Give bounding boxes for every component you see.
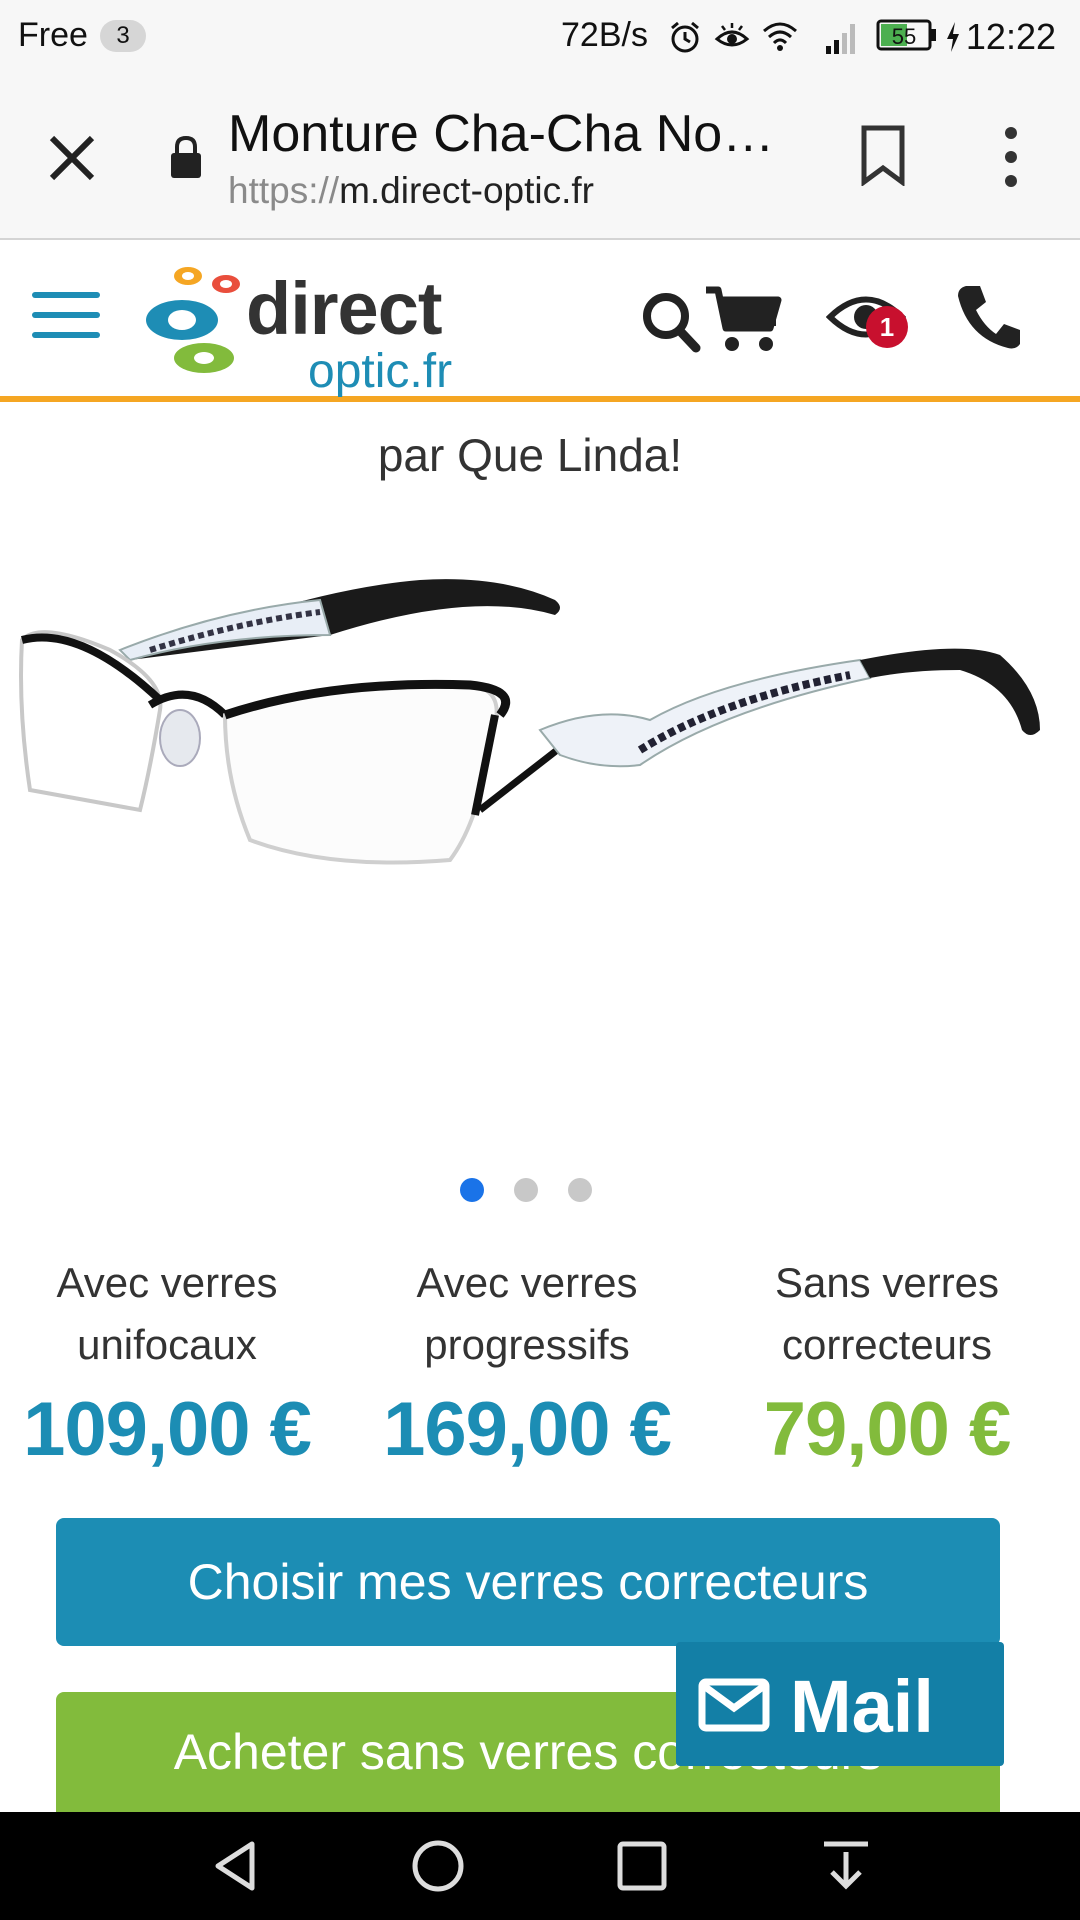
close-icon[interactable] <box>44 130 100 186</box>
price-value: 109,00 € <box>23 1387 312 1472</box>
site-logo[interactable]: direct optic.fr <box>142 252 492 398</box>
search-icon[interactable] <box>640 288 702 356</box>
carousel-dot-2[interactable] <box>514 1178 538 1202</box>
carousel-dot-3[interactable] <box>568 1178 592 1202</box>
browser-toolbar: Monture Cha-Cha No… https://m.direct-opt… <box>0 74 1080 240</box>
site-header: direct optic.fr 1 <box>0 242 1080 402</box>
wifi-icon <box>763 22 797 51</box>
phone-icon[interactable] <box>956 282 1022 352</box>
logo-text-optic: optic.fr <box>308 345 453 398</box>
battery-icon: 55 <box>876 19 936 51</box>
envelope-icon <box>698 1678 770 1732</box>
product-brand: par Que Linda! <box>377 429 683 481</box>
battery-level: 55 <box>892 24 916 49</box>
choose-lenses-button[interactable]: Choisir mes verres correcteurs <box>56 1518 1000 1646</box>
recents-icon[interactable] <box>614 1838 670 1894</box>
url-scheme: https:// <box>228 170 340 211</box>
notification-pull-icon[interactable] <box>818 1838 874 1894</box>
price-label-line1: Avec verres <box>56 1259 278 1306</box>
system-nav-bar <box>0 1812 1080 1920</box>
url-host: m.direct-optic.fr <box>339 170 594 211</box>
hamburger-menu-icon[interactable] <box>32 292 100 352</box>
carousel-dots <box>460 1178 600 1204</box>
address-bar[interactable]: https://m.direct-optic.fr <box>228 170 594 212</box>
home-icon[interactable] <box>410 1838 466 1894</box>
clock: 12:22 <box>965 16 1056 57</box>
mail-button[interactable]: Mail <box>676 1642 1004 1766</box>
back-icon[interactable] <box>208 1838 264 1894</box>
price-option-progressive: Avec verres progressifs 169,00 € <box>362 1252 692 1473</box>
screen: Free 3 72B/s 55 12:22 Monture Cha-Cha No… <box>0 0 1080 1920</box>
logo-text-direct: direct <box>246 267 443 350</box>
price-label-line2: unifocaux <box>77 1321 257 1368</box>
carousel-dot-1[interactable] <box>460 1178 484 1202</box>
cart-icon[interactable] <box>704 284 784 354</box>
eye-badge-count: 1 <box>866 306 908 348</box>
price-value: 169,00 € <box>383 1387 672 1472</box>
price-label-line2: progressifs <box>424 1321 630 1368</box>
price-label-line1: Avec verres <box>416 1259 638 1306</box>
logo-eyes-icon <box>146 267 240 373</box>
eyeglasses-photo[interactable] <box>0 540 1080 920</box>
price-label-line1: Sans verres <box>774 1259 1000 1306</box>
overflow-menu-icon[interactable] <box>996 124 1026 190</box>
alarm-icon <box>671 21 699 53</box>
network-speed: 72B/s <box>561 16 648 54</box>
bookmark-icon[interactable] <box>858 124 908 186</box>
price-option-unifocal: Avec verres unifocaux 109,00 € <box>2 1252 332 1473</box>
sim-badge: 3 <box>100 20 146 52</box>
price-label-line2: correcteurs <box>781 1321 993 1368</box>
status-bar: Free 3 72B/s 55 12:22 <box>0 0 1080 74</box>
price-option-no-lenses: Sans verres correcteurs 79,00 € <box>722 1252 1052 1473</box>
mail-label: Mail <box>790 1665 934 1748</box>
lock-icon <box>171 135 201 178</box>
signal-icon <box>826 24 855 54</box>
eye-comfort-icon <box>714 23 750 47</box>
carrier-name: Free <box>18 16 88 54</box>
charging-icon <box>947 22 959 52</box>
page-title[interactable]: Monture Cha-Cha No… <box>228 104 788 164</box>
price-value: 79,00 € <box>763 1387 1012 1472</box>
